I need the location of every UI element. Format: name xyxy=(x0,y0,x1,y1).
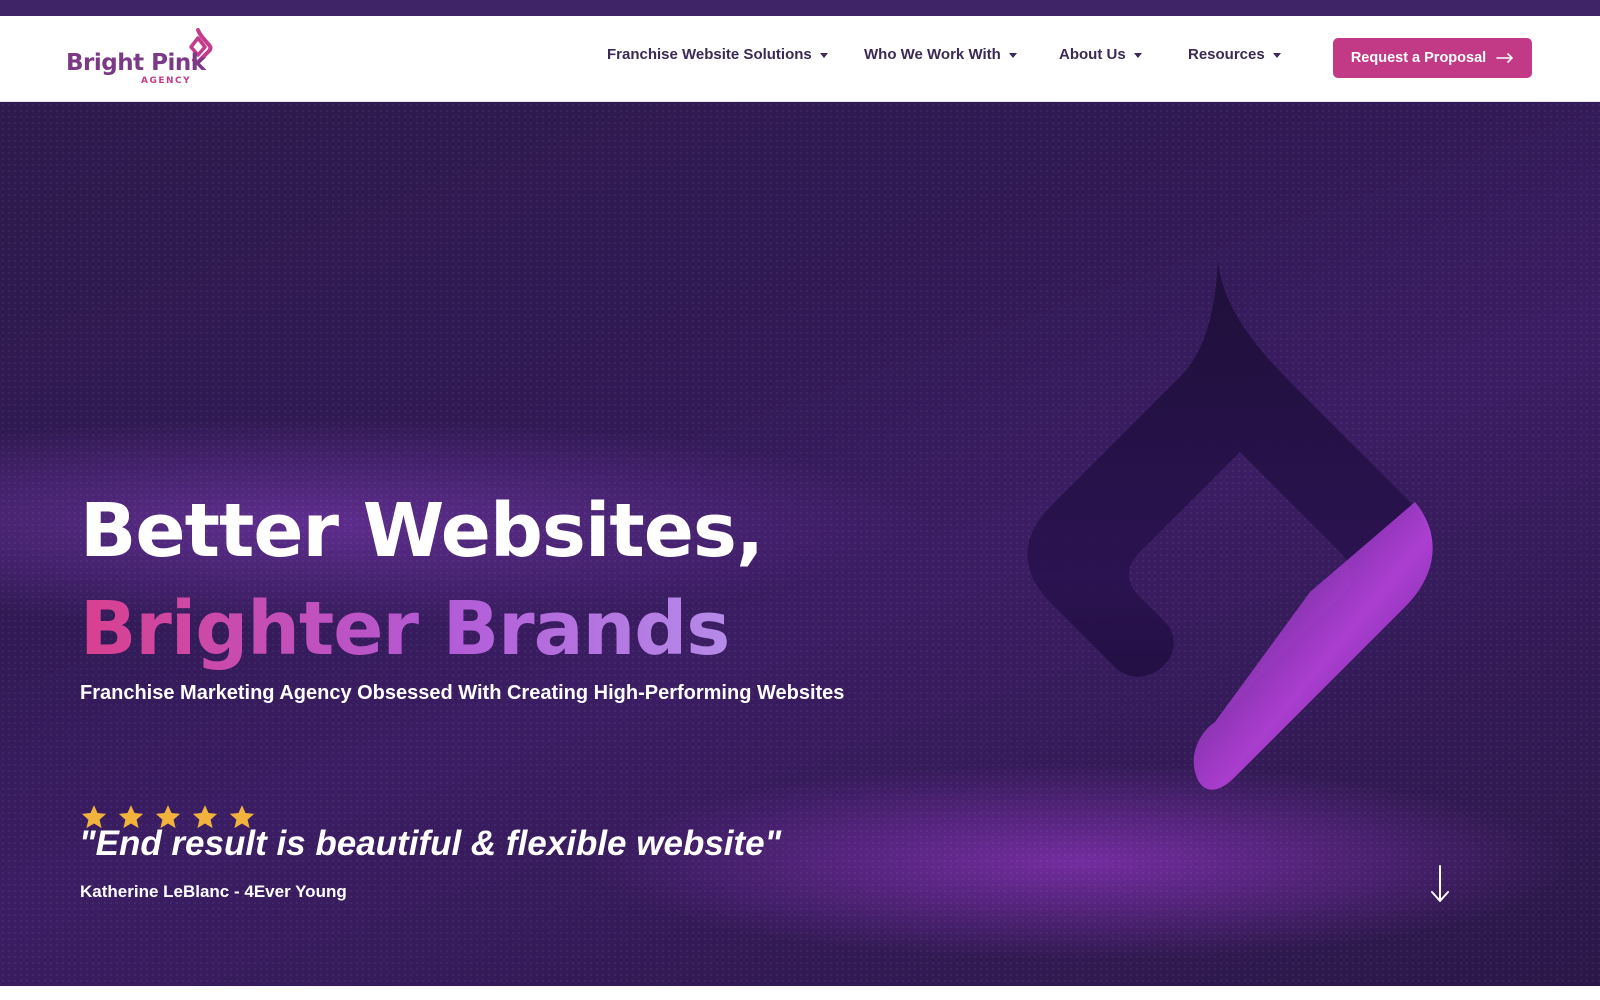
nav-item-franchise-website-solutions[interactable]: Franchise Website Solutions xyxy=(607,46,828,63)
arrow-right-icon xyxy=(1496,53,1513,63)
nav-item-who-we-work-with[interactable]: Who We Work With xyxy=(864,46,1017,63)
nav-item-label: Resources xyxy=(1188,46,1265,63)
nav-item-label: About Us xyxy=(1059,46,1126,63)
chevron-down-icon xyxy=(1008,53,1017,58)
page-bottom-edge xyxy=(0,986,1600,1000)
chevron-down-icon xyxy=(1133,53,1142,58)
request-proposal-button[interactable]: Request a Proposal xyxy=(1333,38,1532,78)
nav-item-label: Who We Work With xyxy=(864,46,1001,63)
brand-logo[interactable]: Bright Pink AGENCY xyxy=(66,28,216,90)
brand-mark-graphic-icon xyxy=(1027,262,1433,790)
nav-item-label: Franchise Website Solutions xyxy=(607,46,812,63)
hero-headline-line1: Better Websites, xyxy=(80,488,764,574)
nav-item-about-us[interactable]: About Us xyxy=(1059,46,1142,63)
nav-item-resources[interactable]: Resources xyxy=(1188,46,1281,63)
hero-subheadline: Franchise Marketing Agency Obsessed With… xyxy=(80,682,845,704)
hero-headline-line2: Brighter Brands xyxy=(80,580,730,678)
testimonial-author: Katherine LeBlanc - 4Ever Young xyxy=(80,882,347,901)
brand-sub: AGENCY xyxy=(141,76,192,86)
hero-section: Better Websites, Brighter Brands Franchi… xyxy=(0,102,1600,986)
testimonial-quote: "End result is beautiful & flexible webs… xyxy=(79,824,782,863)
chevron-down-icon xyxy=(1272,53,1281,58)
site-header: Bright Pink AGENCY Franchise Website Sol… xyxy=(0,16,1600,102)
chevron-down-icon xyxy=(819,53,828,58)
brand-name: Bright Pink xyxy=(66,50,206,76)
request-proposal-label: Request a Proposal xyxy=(1350,50,1487,66)
arrow-down-icon[interactable] xyxy=(1428,864,1452,904)
top-accent-bar xyxy=(0,0,1600,16)
